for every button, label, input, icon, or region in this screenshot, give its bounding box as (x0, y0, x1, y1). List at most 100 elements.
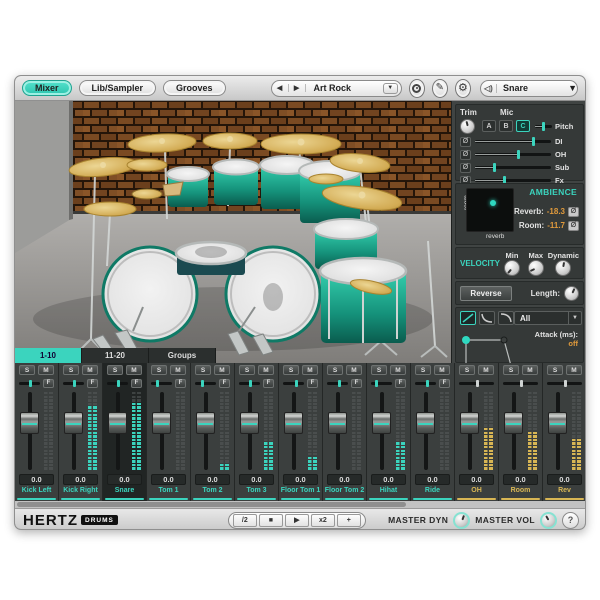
mute-button[interactable]: M (82, 365, 98, 375)
mixer-tab-1-10[interactable]: 1-10 (15, 348, 82, 363)
target-icon[interactable] (408, 78, 425, 98)
solo-button[interactable]: S (151, 365, 167, 375)
mic-a-button[interactable]: A (482, 120, 496, 132)
mixer-scrollbar[interactable] (15, 501, 585, 508)
fader-handle[interactable] (284, 412, 303, 434)
fx-button[interactable]: F (307, 378, 318, 388)
fader-handle[interactable] (328, 412, 347, 434)
fader-handle[interactable] (64, 412, 83, 434)
channel-name[interactable]: Snare (103, 487, 146, 497)
mute-button[interactable]: M (38, 365, 54, 375)
fx-button[interactable]: F (395, 378, 406, 388)
curve-concave-button[interactable] (479, 311, 495, 325)
pan-slider[interactable] (327, 379, 348, 387)
fader-handle[interactable] (108, 412, 127, 434)
articulation-dropdown[interactable]: All ▼ (514, 311, 582, 325)
mute-button[interactable]: M (478, 365, 494, 375)
double-speed-button[interactable]: x2 (310, 513, 335, 527)
reverse-button[interactable]: Reverse (460, 285, 512, 301)
instrument-value[interactable]: Snare (497, 83, 568, 93)
phase-button-di[interactable]: Ø (460, 136, 471, 147)
channel-name[interactable]: Tom 1 (147, 487, 190, 497)
solo-button[interactable]: S (327, 365, 343, 375)
fx-button[interactable]: F (263, 378, 274, 388)
pan-slider[interactable] (283, 379, 304, 387)
gear-icon[interactable]: ⚙ (454, 78, 471, 98)
half-speed-button[interactable]: /2 (232, 513, 257, 527)
fader-handle[interactable] (416, 412, 435, 434)
speaker-icon[interactable]: ◁) (481, 83, 497, 93)
preset-dropdown-arrow[interactable]: ▼ (382, 82, 398, 94)
fader-handle[interactable] (460, 412, 479, 434)
solo-button[interactable]: S (107, 365, 123, 375)
oh-slider[interactable] (475, 150, 551, 159)
tab-mixer[interactable]: Mixer (22, 80, 72, 96)
solo-button[interactable]: S (459, 365, 475, 375)
solo-button[interactable]: S (283, 365, 299, 375)
articulation-dropdown-arrow[interactable]: ▼ (568, 312, 581, 324)
ambience-position-dot[interactable] (490, 199, 497, 206)
ambience-xy-pad[interactable] (466, 188, 514, 232)
pan-slider[interactable] (503, 379, 538, 387)
channel-name[interactable]: Room (499, 487, 542, 497)
fader-handle[interactable] (20, 412, 39, 434)
trim-knob[interactable] (460, 118, 475, 134)
drum-kit-image[interactable] (15, 101, 451, 363)
pan-slider[interactable] (239, 379, 260, 387)
channel-name[interactable]: Tom 2 (191, 487, 234, 497)
pan-slider[interactable] (19, 379, 40, 387)
fader-handle[interactable] (548, 412, 567, 434)
pan-slider[interactable] (415, 379, 436, 387)
pitch-slider[interactable] (535, 121, 552, 131)
mic-c-button[interactable]: C (516, 120, 530, 132)
fx-button[interactable]: F (131, 378, 142, 388)
solo-button[interactable]: S (547, 365, 563, 375)
fx-button[interactable]: F (43, 378, 54, 388)
di-slider[interactable] (475, 137, 551, 146)
preset-next-button[interactable]: ▶ (289, 84, 306, 92)
fx-button[interactable]: F (219, 378, 230, 388)
channel-name[interactable]: Rev (543, 487, 585, 497)
preset-prev-button[interactable]: ◀ (272, 84, 289, 92)
mute-button[interactable]: M (214, 365, 230, 375)
channel-name[interactable]: Floor Tom 2 (323, 487, 366, 497)
mute-button[interactable]: M (434, 365, 450, 375)
help-button[interactable]: ? (562, 511, 579, 529)
mute-button[interactable]: M (302, 365, 318, 375)
solo-button[interactable]: S (239, 365, 255, 375)
mute-button[interactable]: M (258, 365, 274, 375)
solo-button[interactable]: S (63, 365, 79, 375)
pan-slider[interactable] (547, 379, 582, 387)
mute-button[interactable]: M (566, 365, 582, 375)
channel-name[interactable]: Ride (411, 487, 454, 497)
preset-value[interactable]: Art Rock (306, 83, 383, 93)
stop-button[interactable]: ■ (258, 513, 283, 527)
brush-icon[interactable]: ✎ (431, 78, 448, 98)
curve-convex-button[interactable] (498, 311, 514, 325)
pan-slider[interactable] (459, 379, 494, 387)
fader-handle[interactable] (240, 412, 259, 434)
mute-button[interactable]: M (170, 365, 186, 375)
fx-button[interactable]: F (175, 378, 186, 388)
master-dyn-knob[interactable] (453, 511, 471, 529)
fader-handle[interactable] (372, 412, 391, 434)
drag-midi-button[interactable]: + (336, 513, 361, 527)
pan-slider[interactable] (107, 379, 128, 387)
channel-name[interactable]: Floor Tom 1 (279, 487, 322, 497)
mixer-tab-groups[interactable]: Groups (149, 348, 216, 363)
fader-handle[interactable] (152, 412, 171, 434)
tab-lib-sampler[interactable]: Lib/Sampler (78, 80, 157, 96)
mute-button[interactable]: M (346, 365, 362, 375)
pan-slider[interactable] (371, 379, 392, 387)
channel-name[interactable]: Kick Left (15, 487, 58, 497)
solo-button[interactable]: S (19, 365, 35, 375)
velocity-max-knob[interactable] (527, 259, 544, 276)
mixer-scrollbar-thumb[interactable] (17, 502, 406, 507)
mute-button[interactable]: M (126, 365, 142, 375)
mic-b-button[interactable]: B (499, 120, 513, 132)
solo-button[interactable]: S (371, 365, 387, 375)
pan-slider[interactable] (195, 379, 216, 387)
velocity-dynamic-knob[interactable] (555, 259, 572, 276)
phase-button-oh[interactable]: Ø (460, 149, 471, 160)
pan-slider[interactable] (151, 379, 172, 387)
